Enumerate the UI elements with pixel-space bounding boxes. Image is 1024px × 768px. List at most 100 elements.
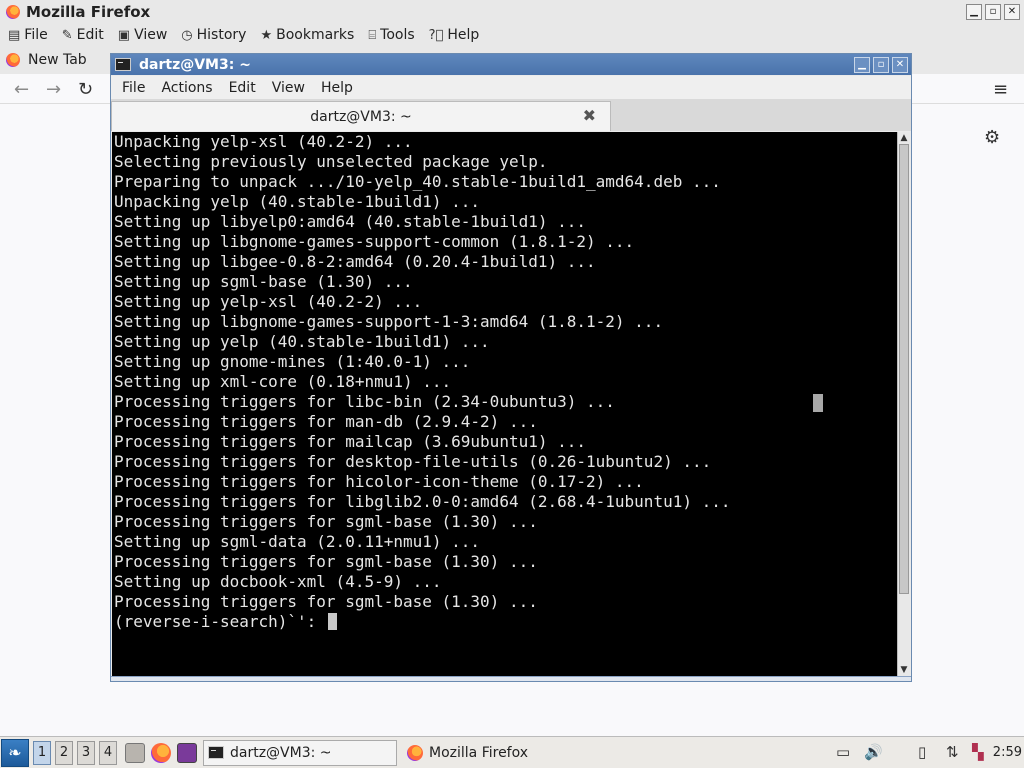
- help-icon: ?⃝: [428, 27, 444, 43]
- tab-favicon-icon: [6, 53, 20, 67]
- drive-icon[interactable]: ▭: [836, 743, 850, 761]
- terminal-line: Setting up libgnome-games-support-common…: [114, 232, 635, 251]
- scroll-up-arrow-icon[interactable]: ▲: [898, 132, 910, 144]
- menu-label: Help: [447, 27, 480, 43]
- history-clock-icon: ◷: [181, 27, 193, 43]
- terminal-app-icon: [115, 58, 131, 71]
- terminal-titlebar: dartz@VM3: ~ ▁ ▫ ✕: [111, 54, 911, 75]
- terminal-line: Setting up yelp (40.stable-1build1) ...: [114, 332, 490, 351]
- clock[interactable]: 2:59: [993, 745, 1022, 760]
- terminal-line: Processing triggers for man-db (2.9.4-2)…: [114, 412, 538, 431]
- terminal-launcher-icon[interactable]: [177, 742, 197, 763]
- firefox-window-title: Mozilla Firefox: [26, 3, 151, 21]
- workspace-3[interactable]: 3: [77, 740, 95, 765]
- menu-label: History: [196, 27, 247, 43]
- reload-icon[interactable]: ↻: [78, 79, 93, 100]
- terminal-line: Setting up xml-core (0.18+nmu1) ...: [114, 372, 452, 391]
- maximize-button[interactable]: ▫: [873, 57, 889, 73]
- menu-history[interactable]: ◷ History: [181, 27, 246, 43]
- firefox-titlebar: Mozilla Firefox ▁ ▫ ✕: [0, 0, 1024, 24]
- scroll-down-arrow-icon[interactable]: ▼: [898, 664, 910, 676]
- firefox-launcher-icon[interactable]: [151, 742, 171, 763]
- terminal-line: Setting up sgml-data (2.0.11+nmu1) ...: [114, 532, 481, 551]
- minimize-button[interactable]: ▁: [854, 57, 870, 73]
- terminal-line: Unpacking yelp-xsl (40.2-2) ...: [114, 132, 413, 151]
- terminal-menu-actions[interactable]: Actions: [161, 80, 212, 96]
- minimize-button[interactable]: ▁: [966, 4, 982, 20]
- close-button[interactable]: ✕: [892, 57, 908, 73]
- start-menu-icon[interactable]: ❧: [1, 738, 29, 767]
- menu-edit[interactable]: ✎ Edit: [62, 27, 104, 43]
- terminal-line: Processing triggers for sgml-base (1.30)…: [114, 552, 538, 571]
- terminal-line: Processing triggers for hicolor-icon-the…: [114, 472, 644, 491]
- forward-arrow-icon[interactable]: →: [46, 79, 61, 100]
- terminal-scrollbar[interactable]: ▲ ▼: [897, 132, 910, 676]
- terminal-output[interactable]: Unpacking yelp-xsl (40.2-2) ... Selecting…: [112, 132, 898, 676]
- terminal-line: Processing triggers for desktop-file-uti…: [114, 452, 712, 471]
- maximize-button[interactable]: ▫: [985, 4, 1001, 20]
- tools-icon: ⌸: [368, 27, 377, 43]
- terminal-line: Processing triggers for libc-bin (2.34-0…: [114, 392, 615, 411]
- menu-bookmarks[interactable]: ★ Bookmarks: [260, 27, 354, 43]
- hamburger-menu-icon[interactable]: ≡: [993, 79, 1008, 100]
- terminal-task-icon: [208, 746, 224, 759]
- close-button[interactable]: ✕: [1004, 4, 1020, 20]
- menu-label: Edit: [76, 27, 104, 43]
- menu-file[interactable]: ▤ File: [8, 27, 48, 43]
- edit-pencil-icon: ✎: [61, 27, 73, 43]
- terminal-line: Setting up docbook-xml (4.5-9) ...: [114, 572, 442, 591]
- terminal-window-title: dartz@VM3: ~: [139, 56, 251, 73]
- terminal-line: Setting up libgee-0.8-2:amd64 (0.20.4-1b…: [114, 252, 596, 271]
- close-tab-icon[interactable]: ✖: [583, 106, 596, 125]
- terminal-line: Preparing to unpack .../10-yelp_40.stabl…: [114, 172, 721, 191]
- workspace-4[interactable]: 4: [99, 740, 117, 765]
- terminal-line: Processing triggers for sgml-base (1.30)…: [114, 512, 538, 531]
- firefox-menubar: ▤ File ✎ Edit ▣ View ◷ History ★ Bookmarks ⌸ T…: [0, 24, 1024, 46]
- firefox-logo-icon: [6, 5, 20, 19]
- terminal-menu-edit[interactable]: Edit: [229, 80, 256, 96]
- back-arrow-icon[interactable]: ←: [14, 79, 29, 100]
- workspace-1[interactable]: 1: [33, 740, 51, 765]
- terminal-window: dartz@VM3: ~ ▁ ▫ ✕ File Actions Edit Vie…: [110, 53, 912, 682]
- terminal-line: Setting up libgnome-games-support-1-3:am…: [114, 312, 664, 331]
- view-icon: ▣: [117, 27, 131, 43]
- terminal-prompt: (reverse-i-search)`':: [114, 612, 326, 631]
- terminal-line: Setting up yelp-xsl (40.2-2) ...: [114, 292, 423, 311]
- bookmarks-star-icon: ★: [260, 27, 273, 43]
- terminal-line: Processing triggers for libglib2.0-0:amd…: [114, 492, 731, 511]
- menu-help[interactable]: ?⃝ Help: [429, 27, 480, 43]
- terminal-cursor: [327, 613, 337, 630]
- file-manager-icon[interactable]: [125, 742, 145, 763]
- terminal-line: Selecting previously unselected package …: [114, 152, 548, 171]
- terminal-line: Processing triggers for sgml-base (1.30)…: [114, 592, 538, 611]
- menu-label: Bookmarks: [276, 27, 355, 43]
- workspace-2[interactable]: 2: [55, 740, 73, 765]
- scrollbar-thumb[interactable]: [899, 144, 909, 594]
- menu-view[interactable]: ▣ View: [118, 27, 168, 43]
- menu-tools[interactable]: ⌸ Tools: [368, 27, 414, 43]
- user-flag-icon[interactable]: ▚: [972, 743, 984, 761]
- terminal-line: Setting up libyelp0:amd64 (40.stable-1bu…: [114, 212, 587, 231]
- terminal-menu-help[interactable]: Help: [321, 80, 353, 96]
- firefox-task-icon: [407, 744, 423, 761]
- notes-icon[interactable]: ▯: [918, 743, 926, 761]
- task-label: Mozilla Firefox: [429, 744, 529, 761]
- tab-new-tab[interactable]: New Tab: [28, 52, 87, 68]
- firefox-window-controls: ▁ ▫ ✕: [966, 4, 1020, 20]
- terminal-window-controls: ▁ ▫ ✕: [854, 57, 908, 73]
- menu-label: File: [24, 27, 48, 43]
- terminal-menu-view[interactable]: View: [272, 80, 305, 96]
- task-firefox[interactable]: Mozilla Firefox: [403, 740, 583, 766]
- task-terminal[interactable]: dartz@VM3: ~: [203, 739, 397, 766]
- terminal-bottom-border: [111, 676, 911, 681]
- settings-gear-icon[interactable]: ⚙: [984, 127, 1000, 148]
- terminal-tabbar: dartz@VM3: ~ ✖: [111, 99, 911, 131]
- terminal-menu-file[interactable]: File: [122, 80, 145, 96]
- terminal-tab[interactable]: dartz@VM3: ~ ✖: [111, 101, 611, 131]
- terminal-line: Setting up sgml-base (1.30) ...: [114, 272, 413, 291]
- terminal-line: Unpacking yelp (40.stable-1build1) ...: [114, 192, 481, 211]
- volume-icon[interactable]: 🔊: [864, 743, 883, 761]
- network-icon[interactable]: ⇅: [946, 743, 959, 761]
- cursor-artifact: [813, 394, 823, 412]
- terminal-lines: Unpacking yelp-xsl (40.2-2) ... Selecting…: [114, 132, 731, 632]
